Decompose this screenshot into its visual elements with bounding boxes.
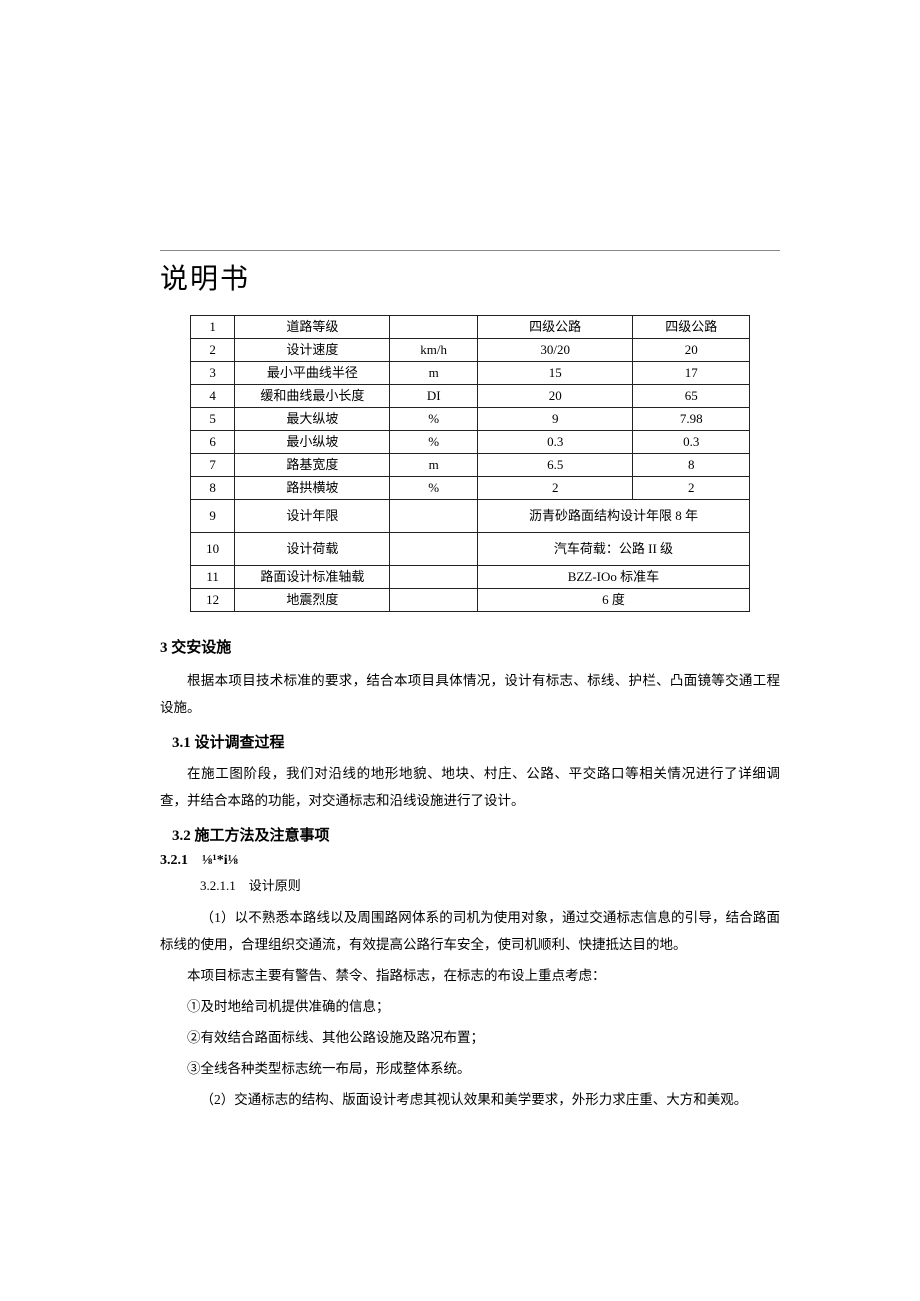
cell-v1: 9 [477,408,633,431]
cell-idx: 10 [191,533,235,566]
cell-idx: 11 [191,566,235,589]
cell-idx: 2 [191,339,235,362]
principle-li-2: ②有效结合路面标线、其他公路设施及路况布置； [160,1024,780,1051]
cell-item: 路拱横坡 [235,477,390,500]
cell-item: 最小平曲线半径 [235,362,390,385]
cell-v2: 2 [633,477,750,500]
cell-unit: m [390,454,477,477]
cell-v1: 15 [477,362,633,385]
section-3-2-1-1-title: 3.2.1.1 设计原则 [200,875,780,894]
cell-unit: % [390,477,477,500]
principle-li-3: ③全线各种类型标志统一布局，形成整体系统。 [160,1055,780,1082]
cell-v2: 20 [633,339,750,362]
table-row: 5最大纵坡%97.98 [191,408,750,431]
principle-intro: 本项目标志主要有警告、禁令、指路标志，在标志的布设上重点考虑： [160,962,780,989]
principle-li-1: ①及时地给司机提供准确的信息； [160,993,780,1020]
cell-unit: DI [390,385,477,408]
cell-unit [390,316,477,339]
cell-v1: 四级公路 [477,316,633,339]
section-3-1-para: 在施工图阶段，我们对沿线的地形地貌、地块、村庄、公路、平交路口等相关情况进行了详… [160,760,780,814]
cell-v2: 17 [633,362,750,385]
cell-merged: 沥青砂路面结构设计年限 8 年 [477,500,749,533]
section-3-2-title: 3.2 施工方法及注意事项 [172,824,780,845]
cell-unit: km/h [390,339,477,362]
cell-item: 缓和曲线最小长度 [235,385,390,408]
section-3-para: 根据本项目技术标准的要求，结合本项目具体情况，设计有标志、标线、护栏、凸面镜等交… [160,667,780,721]
cell-unit: % [390,431,477,454]
cell-merged: BZZ-IOo 标准车 [477,566,749,589]
cell-v1: 0.3 [477,431,633,454]
cell-idx: 8 [191,477,235,500]
table-row: 7路基宽度m6.58 [191,454,750,477]
cell-item: 设计年限 [235,500,390,533]
cell-unit [390,500,477,533]
table-row: 1道路等级 四级公路四级公路 [191,316,750,339]
cell-unit [390,533,477,566]
cell-merged: 汽车荷载：公路 II 级 [477,533,749,566]
cell-item: 路面设计标准轴载 [235,566,390,589]
cell-idx: 3 [191,362,235,385]
cell-v1: 2 [477,477,633,500]
cell-idx: 1 [191,316,235,339]
table-row: 9设计年限 沥青砂路面结构设计年限 8 年 [191,500,750,533]
cell-idx: 5 [191,408,235,431]
cell-idx: 4 [191,385,235,408]
principle-2: （2）交通标志的结构、版面设计考虑其视认效果和美学要求，外形力求庄重、大方和美观… [160,1086,780,1113]
spec-table: 1道路等级四级公路四级公路2设计速度km/h30/20203最小平曲线半径m15… [190,315,750,612]
cell-v2: 四级公路 [633,316,750,339]
cell-unit [390,566,477,589]
table-row: 3最小平曲线半径m1517 [191,362,750,385]
table-row: 11路面设计标准轴载 BZZ-IOo 标准车 [191,566,750,589]
section-3-2-1-title: 3.2.1 ⅛¹*i⅛ [160,853,780,869]
cell-item: 道路等级 [235,316,390,339]
cell-unit: m [390,362,477,385]
table-row: 6最小纵坡%0.30.3 [191,431,750,454]
cell-idx: 6 [191,431,235,454]
cell-v2: 65 [633,385,750,408]
table-row: 8路拱横坡%22 [191,477,750,500]
cell-v1: 6.5 [477,454,633,477]
document-page: 说明书 1道路等级四级公路四级公路2设计速度km/h30/20203最小平曲线半… [0,0,920,1177]
cell-item: 最大纵坡 [235,408,390,431]
section-3-title: 3 交安设施 [160,636,780,657]
cell-unit [390,589,477,612]
top-rule [160,250,780,251]
cell-item: 设计荷载 [235,533,390,566]
cell-item: 最小纵坡 [235,431,390,454]
table-row: 4缓和曲线最小长度DI2065 [191,385,750,408]
cell-v1: 20 [477,385,633,408]
table-row: 12地震烈度 6 度 [191,589,750,612]
cell-idx: 12 [191,589,235,612]
cell-merged: 6 度 [477,589,749,612]
table-row: 10设计荷载 汽车荷载：公路 II 级 [191,533,750,566]
section-3-1-title: 3.1 设计调查过程 [172,731,780,752]
cell-v2: 7.98 [633,408,750,431]
table-row: 2设计速度km/h30/2020 [191,339,750,362]
cell-v2: 8 [633,454,750,477]
page-title: 说明书 [160,257,780,297]
cell-item: 路基宽度 [235,454,390,477]
cell-item: 设计速度 [235,339,390,362]
cell-idx: 9 [191,500,235,533]
cell-v2: 0.3 [633,431,750,454]
cell-v1: 30/20 [477,339,633,362]
cell-idx: 7 [191,454,235,477]
cell-item: 地震烈度 [235,589,390,612]
principle-1: （1）以不熟悉本路线以及周围路网体系的司机为使用对象，通过交通标志信息的引导，结… [160,904,780,958]
cell-unit: % [390,408,477,431]
